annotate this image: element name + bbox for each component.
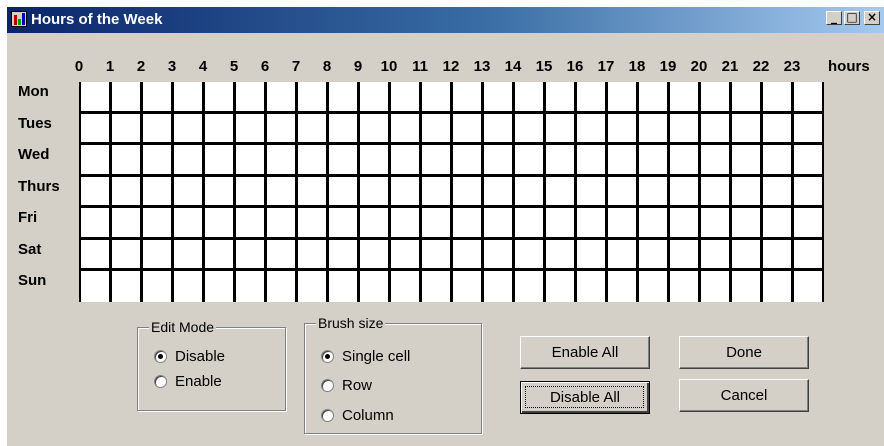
close-button[interactable]: × <box>864 11 880 25</box>
radio-selected-icon <box>321 350 334 363</box>
hour-label: 23 <box>783 58 801 75</box>
radio-icon <box>154 375 167 388</box>
button-label: Cancel <box>720 387 768 404</box>
hour-label: 8 <box>322 58 332 75</box>
grid-row-line <box>79 111 824 114</box>
hour-label: 11 <box>412 58 428 75</box>
radio-label: Disable <box>175 348 226 365</box>
enable-all-button[interactable]: Enable All <box>520 336 650 369</box>
hour-label: 7 <box>291 58 301 75</box>
grid-row-line <box>79 237 824 240</box>
radio-label: Row <box>342 377 373 394</box>
radio-selected-icon <box>154 350 167 363</box>
grid-row-line <box>79 174 824 177</box>
done-button[interactable]: Done <box>679 336 809 369</box>
hour-label: 2 <box>136 58 146 75</box>
brush-size-title: Brush size <box>316 315 386 331</box>
day-label: Thurs <box>18 178 60 195</box>
button-label: Disable All <box>549 389 621 406</box>
hour-label: 4 <box>198 58 208 75</box>
hour-label: 3 <box>167 58 177 75</box>
hour-label: 12 <box>442 58 460 75</box>
hour-label: 0 <box>74 58 84 75</box>
hour-label: 6 <box>260 58 270 75</box>
edit-mode-group: Edit Mode Disable Enable <box>137 319 286 411</box>
radio-icon <box>321 409 334 422</box>
grid-row-line <box>79 142 824 145</box>
hour-label: 10 <box>380 58 398 75</box>
hour-label: 5 <box>229 58 239 75</box>
disable-all-button[interactable]: Disable All <box>520 381 650 414</box>
radio-label: Enable <box>175 373 222 390</box>
hour-label: 17 <box>597 58 615 75</box>
maximize-button[interactable]: □ <box>844 11 860 25</box>
hour-label: 22 <box>752 58 770 75</box>
minimize-button[interactable]: _ <box>826 11 842 25</box>
radio-label: Single cell <box>342 348 411 365</box>
hour-label: 21 <box>721 58 739 75</box>
hour-label: 16 <box>566 58 584 75</box>
day-label: Fri <box>18 209 38 226</box>
title-bar[interactable]: Hours of the Week _ □ × <box>7 7 884 33</box>
button-label: Done <box>726 344 762 361</box>
brush-size-group: Brush size Single cell Row Column <box>304 315 482 434</box>
hours-grid[interactable] <box>79 82 824 302</box>
hour-label: 15 <box>535 58 553 75</box>
hour-label: 18 <box>628 58 646 75</box>
day-label: Mon <box>18 83 49 100</box>
hour-label: 19 <box>659 58 677 75</box>
day-label: Tues <box>18 115 52 132</box>
window-title: Hours of the Week <box>31 11 163 28</box>
grid-row-line <box>79 205 824 208</box>
hour-label: 13 <box>473 58 491 75</box>
hour-label: 9 <box>353 58 363 75</box>
edit-mode-title: Edit Mode <box>149 319 217 335</box>
hour-label: 1 <box>105 58 115 75</box>
day-label: Sat <box>18 241 42 258</box>
grid-row-line <box>79 268 824 271</box>
radio-icon <box>321 379 334 392</box>
hour-label: 14 <box>504 58 522 75</box>
button-label: Enable All <box>551 344 619 361</box>
app-icon <box>11 11 27 27</box>
day-label: Wed <box>18 146 50 163</box>
cancel-button[interactable]: Cancel <box>679 379 809 412</box>
hour-label: 20 <box>690 58 708 75</box>
day-label: Sun <box>18 272 47 289</box>
hours-unit-label: hours <box>828 58 870 75</box>
radio-label: Column <box>342 407 394 424</box>
